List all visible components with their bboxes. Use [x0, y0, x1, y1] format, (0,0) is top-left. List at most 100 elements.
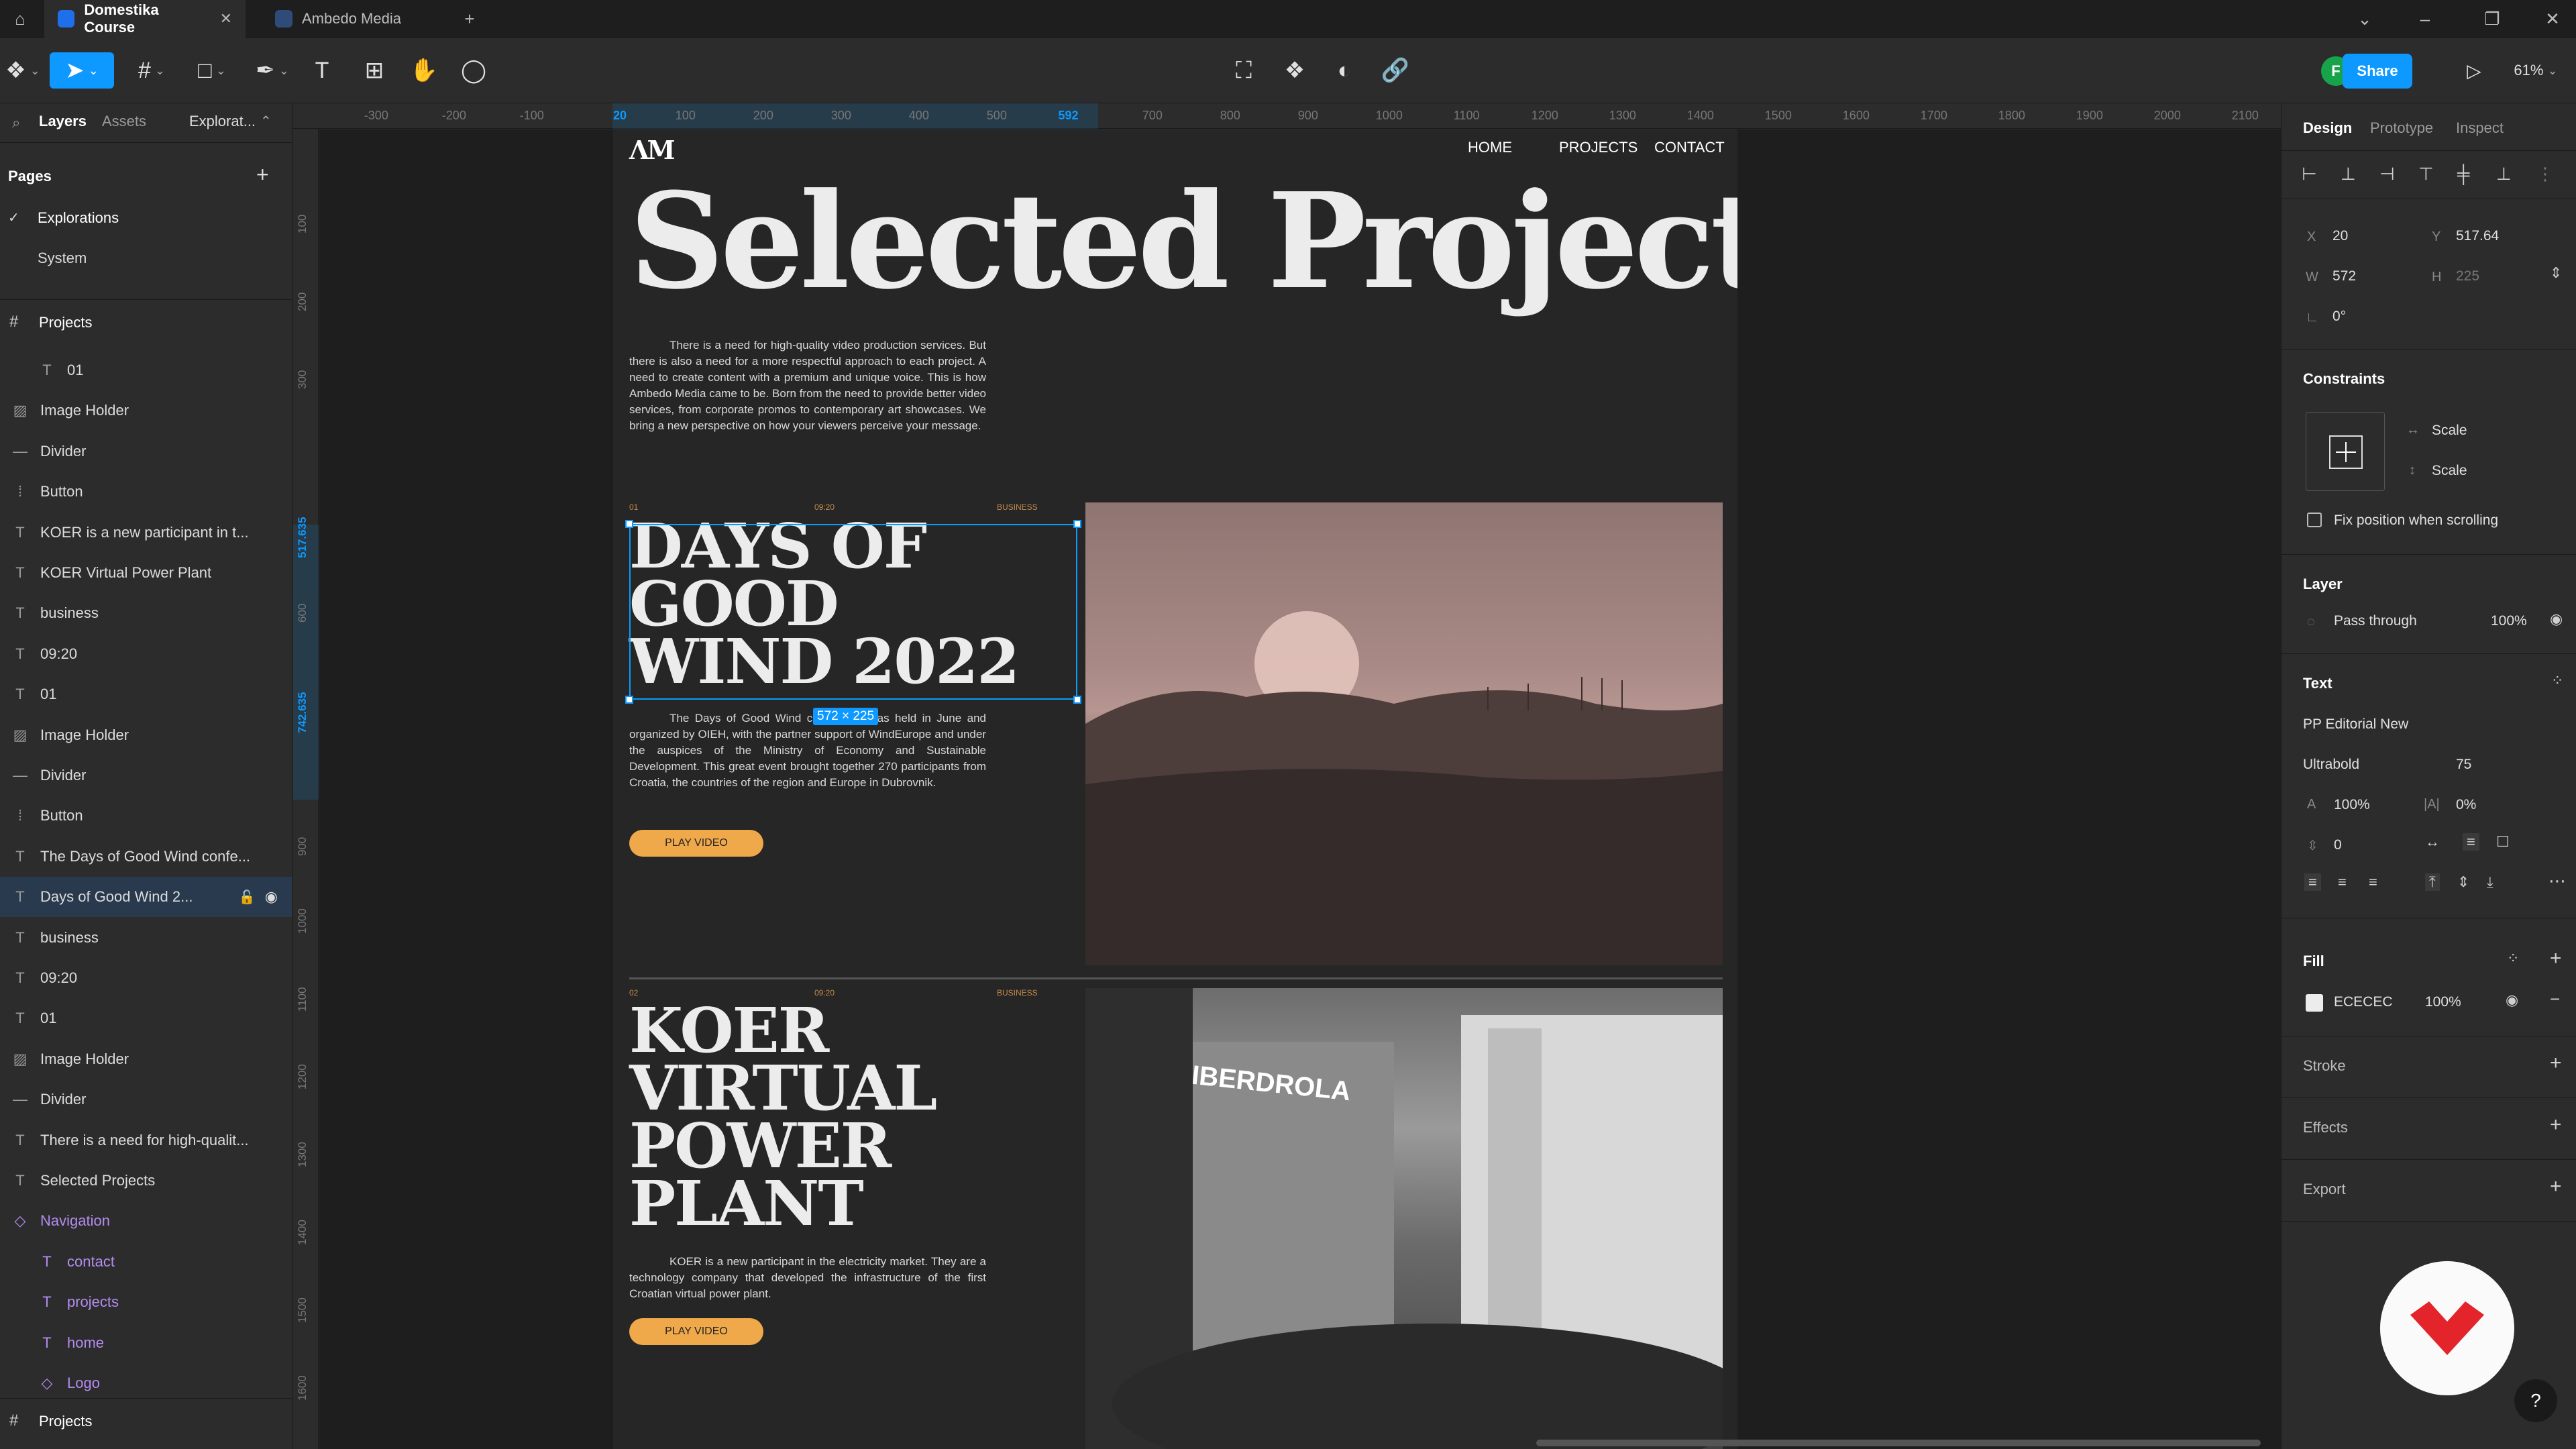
text-align-middle-icon[interactable]: ⇕	[2457, 873, 2469, 891]
tab-design[interactable]: Design	[2303, 119, 2352, 137]
intro-paragraph[interactable]: There is a need for high-quality video p…	[629, 337, 986, 434]
frame-tool-icon[interactable]: # ⌄	[125, 52, 178, 89]
zoom-level[interactable]: 61% ⌄	[2502, 52, 2569, 89]
play-video-button[interactable]: PLAY VIDEO	[629, 830, 763, 857]
minimize-icon[interactable]: –	[2395, 0, 2455, 38]
projects-frame[interactable]: ΛM HOME PROJECTS CONTACT Selected Projec…	[613, 129, 1737, 1449]
link-icon[interactable]: 🔗	[1377, 52, 1414, 89]
hand-tool-icon[interactable]: ✋	[405, 52, 443, 89]
project-description[interactable]: The Days of Good Wind conference was hel…	[629, 710, 986, 791]
constraint-widget[interactable]	[2306, 412, 2385, 491]
restore-icon[interactable]: ❐	[2462, 0, 2522, 38]
nav-home[interactable]: HOME	[1468, 139, 1512, 156]
tab-inspect[interactable]: Inspect	[2456, 119, 2504, 137]
logo[interactable]: ΛM	[629, 135, 676, 165]
rotation-input[interactable]: 0°	[2332, 309, 2346, 325]
text-align-left-icon[interactable]: ≡	[2304, 873, 2321, 891]
layer-row[interactable]: T KOER is a new participant in t...	[0, 513, 292, 553]
layer-row[interactable]: ▨ Image Holder	[0, 715, 292, 755]
add-export-plus-icon[interactable]: +	[2550, 1175, 2562, 1198]
help-button[interactable]: ?	[2514, 1379, 2557, 1422]
tab-ambedo-media[interactable]: Ambedo Media	[262, 0, 463, 38]
layer-row[interactable]: — Divider	[0, 755, 292, 796]
text-tool-icon[interactable]: T	[303, 52, 341, 89]
tab-assets[interactable]: Assets	[102, 113, 146, 130]
frame-projects-bottom[interactable]: Projects	[39, 1413, 92, 1430]
text-align-top-icon[interactable]: ⤒	[2425, 873, 2440, 891]
page-title[interactable]: Selected Projects	[629, 169, 1737, 315]
horizontal-scrollbar[interactable]	[1536, 1440, 2261, 1446]
layer-row[interactable]: T The Days of Good Wind confe...	[0, 837, 292, 877]
remove-fill-minus-icon[interactable]: −	[2550, 989, 2560, 1010]
share-button[interactable]: Share	[2343, 54, 2412, 89]
fix-position-checkbox[interactable]	[2307, 513, 2322, 527]
eye-icon[interactable]: ◉	[2506, 991, 2518, 1009]
layer-row[interactable]: ◇ Navigation	[0, 1201, 292, 1241]
line-height-input[interactable]: 100%	[2334, 797, 2370, 813]
align-center-h-icon[interactable]: ⊥	[2341, 164, 2356, 184]
layer-row[interactable]: Tbusiness	[0, 918, 292, 958]
project-divider[interactable]	[629, 977, 1723, 979]
align-bottom-icon[interactable]: ⊥	[2496, 164, 2512, 184]
layer-row[interactable]: T There is a need for high-qualit...	[0, 1120, 292, 1161]
layer-row[interactable]: ▨ Image Holder	[0, 390, 292, 431]
image-holder-sunset[interactable]	[1085, 502, 1723, 965]
chevron-up-icon[interactable]: ⌃	[260, 113, 272, 129]
layer-row[interactable]: — Divider	[0, 1079, 292, 1120]
home-icon[interactable]: ⌂	[0, 0, 40, 38]
text-align-bottom-icon[interactable]: ⤓	[2487, 873, 2493, 891]
font-family-select[interactable]: PP Editorial New	[2303, 716, 2408, 733]
constrain-proportions-icon[interactable]: ⇕	[2550, 264, 2562, 282]
fixed-size-icon[interactable]: ☐	[2496, 833, 2510, 851]
layer-row[interactable]: ◇ Logo	[0, 1363, 292, 1403]
tab-prototype[interactable]: Prototype	[2370, 119, 2433, 137]
search-icon[interactable]: ⌕	[12, 114, 20, 131]
mask-icon[interactable]: ◐	[1326, 52, 1363, 89]
layer-row[interactable]: ⁞ Button	[0, 796, 292, 836]
letter-spacing-input[interactable]: 0%	[2456, 797, 2476, 813]
horizontal-constraint-select[interactable]: Scale	[2432, 423, 2467, 439]
vertical-constraint-select[interactable]: Scale	[2432, 463, 2467, 479]
nav-contact[interactable]: CONTACT	[1654, 139, 1725, 156]
h-input[interactable]: 225	[2456, 268, 2479, 284]
tab-layers[interactable]: Layers	[39, 113, 87, 130]
auto-height-icon[interactable]: ≡	[2463, 833, 2479, 851]
create-component-icon[interactable]: ⛶	[1225, 52, 1263, 89]
tab-current-page[interactable]: Explorat...	[189, 113, 256, 130]
layer-row[interactable]: T 01	[0, 998, 292, 1038]
eye-icon[interactable]: ◉	[265, 888, 278, 906]
resize-handle[interactable]	[1073, 520, 1081, 528]
close-icon[interactable]: ✕	[220, 10, 232, 28]
frame-projects[interactable]: Projects	[39, 314, 92, 331]
fill-hex-input[interactable]: ECECEC	[2334, 994, 2393, 1010]
resize-handle[interactable]	[1073, 696, 1081, 704]
text-styles-icon[interactable]: ⁘	[2551, 672, 2563, 690]
layer-row[interactable]: T Days of Good Wind 2... 🔓 ◉	[0, 877, 292, 918]
align-right-icon[interactable]: ⊣	[2379, 164, 2395, 184]
add-stroke-plus-icon[interactable]: +	[2550, 1052, 2562, 1075]
fill-color-swatch[interactable]	[2306, 994, 2323, 1012]
shape-tool-icon[interactable]: □ ⌄	[185, 52, 239, 89]
text-align-right-icon[interactable]: ≡	[2369, 873, 2377, 891]
align-left-icon[interactable]: ⊢	[2302, 164, 2317, 184]
resize-handle[interactable]	[625, 696, 633, 704]
close-window-icon[interactable]: ✕	[2522, 0, 2576, 38]
text-align-center-icon[interactable]: ≡	[2338, 873, 2347, 891]
layer-row[interactable]: ⁞ Button	[0, 472, 292, 512]
resize-handle[interactable]	[625, 520, 633, 528]
nav-projects[interactable]: PROJECTS	[1559, 139, 1638, 156]
layer-row[interactable]: T 01	[0, 350, 292, 390]
layer-row[interactable]: Tcontact	[0, 1242, 292, 1282]
play-video-button[interactable]: PLAY VIDEO	[629, 1318, 763, 1345]
add-page-plus-icon[interactable]: +	[256, 162, 269, 187]
add-effect-plus-icon[interactable]: +	[2550, 1114, 2562, 1136]
auto-width-icon[interactable]: ↔	[2425, 833, 2440, 851]
paragraph-spacing-input[interactable]: 0	[2334, 837, 2342, 853]
project-title-koer[interactable]: KOER VIRTUAL POWER PLANT	[629, 1000, 937, 1234]
present-play-icon[interactable]: ▷	[2455, 52, 2493, 89]
comment-tool-icon[interactable]: ◯	[455, 52, 492, 89]
layer-row[interactable]: ▨ Image Holder	[0, 1039, 292, 1079]
fill-styles-icon[interactable]: ⁘	[2507, 950, 2519, 967]
fill-opacity-input[interactable]: 100%	[2425, 994, 2461, 1010]
layer-row[interactable]: Thome	[0, 1323, 292, 1363]
